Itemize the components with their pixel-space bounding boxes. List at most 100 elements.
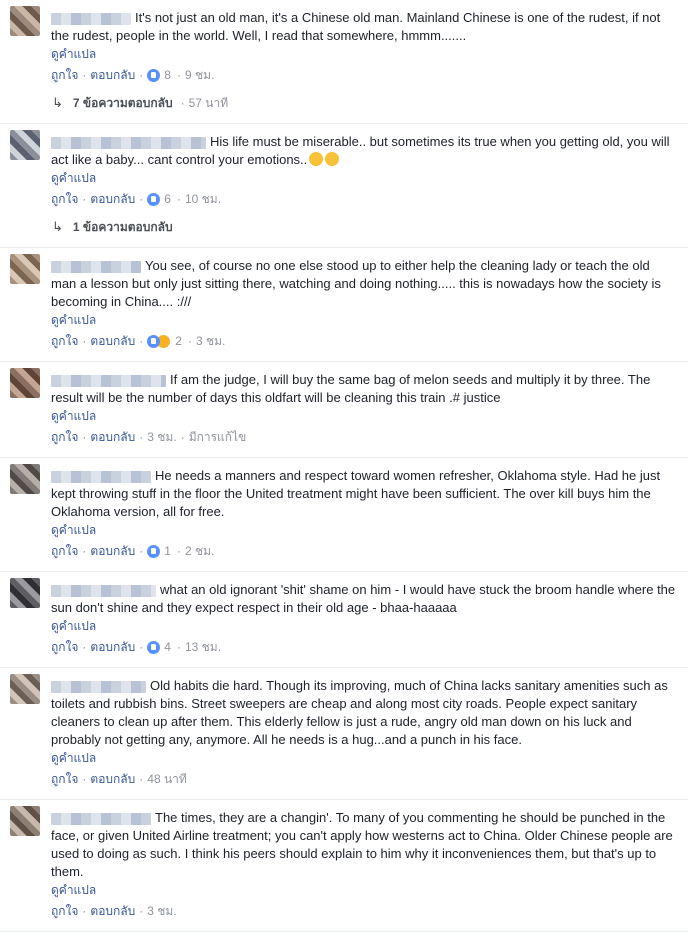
reply-link[interactable]: ตอบกลับ bbox=[90, 637, 135, 657]
reply-link[interactable]: ตอบกลับ bbox=[90, 65, 135, 85]
comment-timestamp[interactable]: 9 ชม. bbox=[185, 65, 214, 85]
comment-body: Old habits die hard. Though its improvin… bbox=[51, 668, 676, 789]
avatar[interactable] bbox=[10, 6, 40, 36]
separator-dot: · bbox=[82, 904, 87, 918]
separator-dot: · bbox=[139, 544, 144, 558]
comment-body: You see, of course no one else stood up … bbox=[51, 248, 676, 351]
reply-link[interactable]: ตอบกลับ bbox=[90, 769, 135, 789]
author-name-redacted[interactable] bbox=[51, 136, 206, 149]
see-translation-link[interactable]: ดูคำแปล bbox=[51, 407, 676, 425]
see-translation-link[interactable]: ดูคำแปล bbox=[51, 45, 676, 63]
reply-link[interactable]: ตอบกลับ bbox=[90, 541, 135, 561]
comment-timestamp[interactable]: 10 ชม. bbox=[185, 189, 221, 209]
comment-row: what an old ignorant 'shit' shame on him… bbox=[0, 572, 688, 657]
like-link[interactable]: ถูกใจ bbox=[51, 65, 78, 85]
separator-dot: · bbox=[139, 334, 144, 348]
reply-link[interactable]: ตอบกลับ bbox=[90, 901, 135, 921]
author-name-redacted[interactable] bbox=[51, 260, 141, 273]
replies-count-link[interactable]: 1 ข้อความตอบกลับ bbox=[73, 217, 173, 237]
comment-timestamp[interactable]: 3 ชม. bbox=[147, 427, 176, 447]
author-name-redacted[interactable] bbox=[51, 680, 146, 693]
author-name-redacted[interactable] bbox=[51, 374, 166, 387]
reaction-summary[interactable]: 4 bbox=[147, 637, 171, 657]
reply-link[interactable]: ตอบกลับ bbox=[90, 427, 135, 447]
like-link[interactable]: ถูกใจ bbox=[51, 769, 78, 789]
comment: If am the judge, I will buy the same bag… bbox=[0, 362, 688, 458]
like-reaction-icon bbox=[147, 640, 161, 654]
comment-timestamp[interactable]: 3 ชม. bbox=[196, 331, 225, 351]
like-link[interactable]: ถูกใจ bbox=[51, 541, 78, 561]
comment-actions: ถูกใจ · ตอบกลับ · 2 · 3 ชม. bbox=[51, 331, 676, 351]
comment-text: The times, they are a changin'. To many … bbox=[51, 809, 676, 881]
avatar[interactable] bbox=[10, 674, 40, 704]
like-reaction-icon bbox=[147, 544, 161, 558]
avatar[interactable] bbox=[10, 464, 40, 494]
comment-row: It's not just an old man, it's a Chinese… bbox=[0, 0, 688, 85]
comment-text: It's not just an old man, it's a Chinese… bbox=[51, 9, 676, 45]
separator-dot: · bbox=[187, 334, 192, 348]
like-link[interactable]: ถูกใจ bbox=[51, 331, 78, 351]
avatar[interactable] bbox=[10, 578, 40, 608]
replies-count-link[interactable]: 7 ข้อความตอบกลับ bbox=[73, 93, 173, 113]
separator-dot: · bbox=[82, 68, 87, 82]
reply-arrow-icon: ↳ bbox=[52, 95, 63, 110]
separator-dot: · bbox=[82, 334, 87, 348]
separator-dot: · bbox=[139, 430, 144, 444]
separator-dot: · bbox=[176, 640, 181, 654]
see-translation-link[interactable]: ดูคำแปล bbox=[51, 169, 676, 187]
reply-link[interactable]: ตอบกลับ bbox=[90, 331, 135, 351]
view-replies[interactable]: ↳ 1 ข้อความตอบกลับ bbox=[52, 217, 688, 237]
reply-arrow-icon: ↳ bbox=[52, 219, 63, 234]
see-translation-link[interactable]: ดูคำแปล bbox=[51, 311, 676, 329]
comment-message: You see, of course no one else stood up … bbox=[51, 258, 661, 309]
avatar[interactable] bbox=[10, 254, 40, 284]
comment: He needs a manners and respect toward wo… bbox=[0, 458, 688, 572]
comment-row: You see, of course no one else stood up … bbox=[0, 248, 688, 351]
see-translation-link[interactable]: ดูคำแปล bbox=[51, 521, 676, 539]
like-link[interactable]: ถูกใจ bbox=[51, 427, 78, 447]
reaction-summary[interactable]: 6 bbox=[147, 189, 171, 209]
comment-row: Old habits die hard. Though its improvin… bbox=[0, 668, 688, 789]
comment-body: If am the judge, I will buy the same bag… bbox=[51, 362, 676, 447]
comment-text: He needs a manners and respect toward wo… bbox=[51, 467, 676, 521]
like-link[interactable]: ถูกใจ bbox=[51, 901, 78, 921]
avatar[interactable] bbox=[10, 130, 40, 160]
comment: His life must be miserable.. but sometim… bbox=[0, 124, 688, 248]
reply-link[interactable]: ตอบกลับ bbox=[90, 189, 135, 209]
comment-actions: ถูกใจ · ตอบกลับ · 4 · 13 ชม. bbox=[51, 637, 676, 657]
view-replies[interactable]: ↳ 7 ข้อความตอบกลับ · 57 นาที bbox=[52, 93, 688, 113]
comment-message: It's not just an old man, it's a Chinese… bbox=[51, 10, 661, 43]
tired-face-emoji-icon bbox=[325, 152, 340, 166]
comment-timestamp[interactable]: 3 ชม. bbox=[147, 901, 176, 921]
separator-dot: · bbox=[176, 68, 181, 82]
comment-body: He needs a manners and respect toward wo… bbox=[51, 458, 676, 561]
author-name-redacted[interactable] bbox=[51, 470, 151, 483]
see-translation-link[interactable]: ดูคำแปล bbox=[51, 749, 676, 767]
author-name-redacted[interactable] bbox=[51, 584, 156, 597]
see-translation-link[interactable]: ดูคำแปล bbox=[51, 881, 676, 899]
author-name-redacted[interactable] bbox=[51, 12, 131, 25]
avatar[interactable] bbox=[10, 368, 40, 398]
separator-dot: · bbox=[82, 192, 87, 206]
like-link[interactable]: ถูกใจ bbox=[51, 189, 78, 209]
comment: It's not just an old man, it's a Chinese… bbox=[0, 0, 688, 124]
avatar[interactable] bbox=[10, 806, 40, 836]
reaction-count: 4 bbox=[164, 640, 171, 654]
comment-timestamp[interactable]: 13 ชม. bbox=[185, 637, 221, 657]
edited-label[interactable]: มีการแก้ไข bbox=[189, 427, 247, 447]
reaction-summary[interactable]: 2 bbox=[147, 331, 182, 351]
separator-dot: · bbox=[176, 544, 181, 558]
comment-timestamp[interactable]: 2 ชม. bbox=[185, 541, 214, 561]
comment-text: If am the judge, I will buy the same bag… bbox=[51, 371, 676, 407]
reaction-summary[interactable]: 1 bbox=[147, 541, 171, 561]
comment: what an old ignorant 'shit' shame on him… bbox=[0, 572, 688, 668]
reaction-summary[interactable]: 8 bbox=[147, 65, 171, 85]
reaction-count: 6 bbox=[164, 192, 171, 206]
see-translation-link[interactable]: ดูคำแปล bbox=[51, 617, 676, 635]
like-link[interactable]: ถูกใจ bbox=[51, 637, 78, 657]
separator-dot: · bbox=[82, 772, 87, 786]
author-name-redacted[interactable] bbox=[51, 812, 151, 825]
comment-timestamp[interactable]: 48 นาที bbox=[147, 769, 187, 789]
separator-dot: · bbox=[139, 772, 144, 786]
replies-timestamp: 57 นาที bbox=[188, 96, 229, 110]
